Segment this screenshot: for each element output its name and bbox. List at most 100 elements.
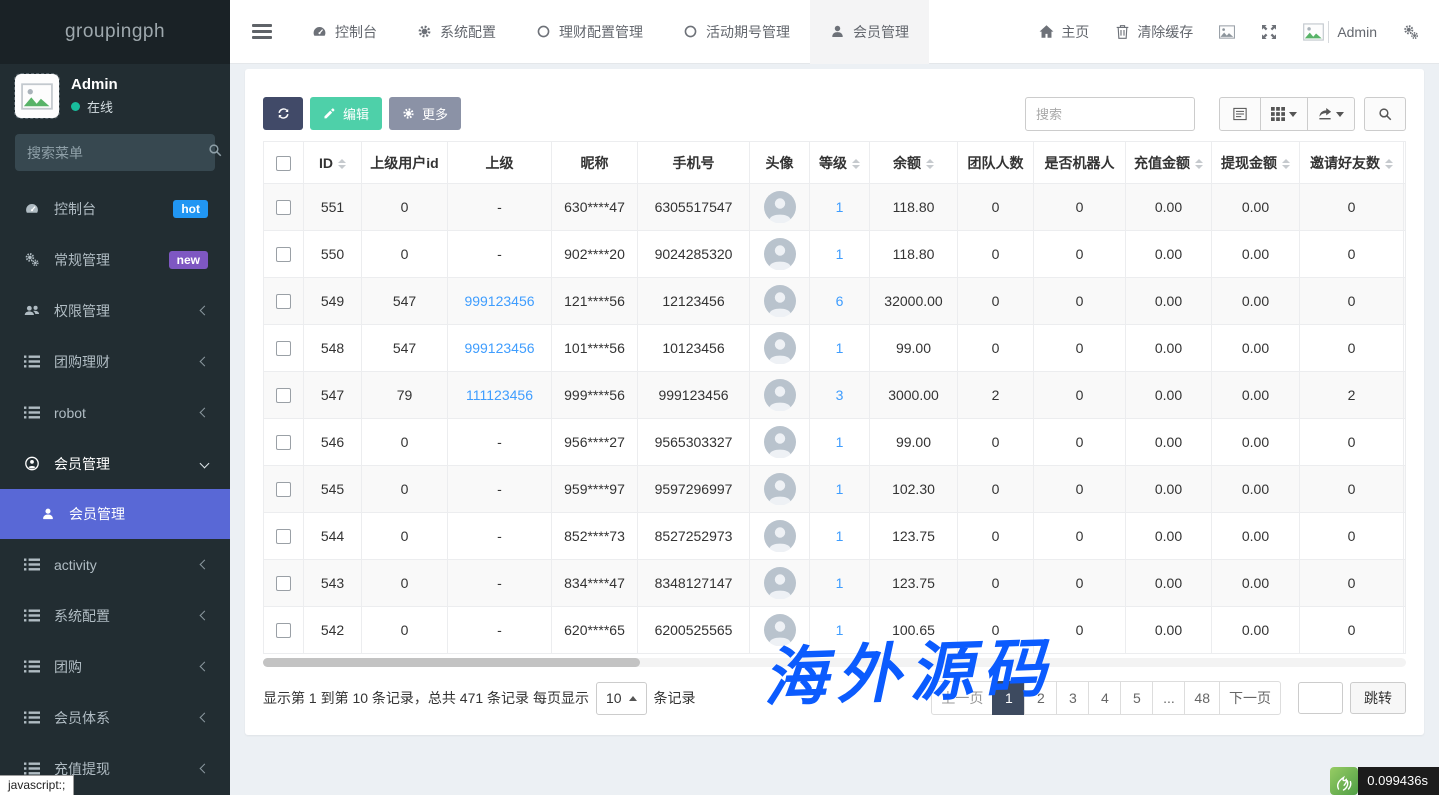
column-header-是否机器人[interactable]: 是否机器人 [1034, 142, 1126, 184]
table-search-input[interactable] [1025, 97, 1195, 131]
page-...[interactable]: ... [1152, 681, 1185, 715]
chevron-left-icon [200, 611, 210, 621]
home-label: 主页 [1061, 22, 1089, 42]
navbar-user-menu[interactable]: Admin [1303, 21, 1377, 43]
page-48[interactable]: 48 [1184, 681, 1220, 715]
sidebar-item-控制台[interactable]: 控制台hot [0, 183, 230, 234]
tab-活动期号管理[interactable]: 活动期号管理 [663, 0, 810, 64]
table-search-button[interactable] [1364, 97, 1406, 131]
debug-time: 0.099436s [1358, 767, 1439, 795]
column-header-充值金额[interactable]: 充值金额 [1126, 142, 1212, 184]
home-button[interactable]: 主页 [1039, 22, 1089, 42]
sidebar-search-input[interactable] [27, 145, 208, 161]
row-checkbox[interactable] [276, 341, 291, 356]
export-dropdown-button[interactable] [1307, 97, 1355, 131]
level-link[interactable]: 1 [836, 199, 844, 215]
select-all-checkbox[interactable] [276, 156, 291, 171]
column-header-等级[interactable]: 等级 [810, 142, 870, 184]
sidebar-item-团购理财[interactable]: 团购理财 [0, 336, 230, 387]
level-link[interactable]: 3 [836, 387, 844, 403]
cell-avatar [750, 325, 810, 372]
debug-trace-bar[interactable]: 0.099436s [1330, 767, 1439, 795]
tab-系统配置[interactable]: 系统配置 [397, 0, 516, 64]
level-link[interactable]: 1 [836, 528, 844, 544]
column-header-邀请好友数[interactable]: 邀请好友数 [1300, 142, 1404, 184]
row-checkbox[interactable] [276, 482, 291, 497]
row-checkbox[interactable] [276, 388, 291, 403]
row-checkbox[interactable] [276, 623, 291, 638]
column-header-团队人数[interactable]: 团队人数 [958, 142, 1034, 184]
page-3[interactable]: 3 [1056, 681, 1089, 715]
hamburger-menu-icon[interactable] [252, 24, 272, 38]
column-header-label: 团队人数 [968, 155, 1024, 171]
level-link[interactable]: 1 [836, 481, 844, 497]
cell-parent-id: 0 [362, 466, 448, 513]
level-link[interactable]: 6 [836, 293, 844, 309]
sidebar-subitem-会员管理[interactable]: 会员管理 [0, 489, 230, 539]
sidebar-item-常规管理[interactable]: 常规管理new [0, 234, 230, 285]
column-header-提现金额[interactable]: 提现金额 [1212, 142, 1300, 184]
sidebar-item-activity[interactable]: activity [0, 539, 230, 590]
level-link[interactable]: 1 [836, 622, 844, 638]
row-checkbox[interactable] [276, 435, 291, 450]
avatar [15, 74, 59, 118]
page-jump-button[interactable]: 跳转 [1350, 682, 1406, 714]
page-prev[interactable]: 上一页 [931, 681, 993, 715]
column-header-ID[interactable]: ID [304, 142, 362, 184]
page-5[interactable]: 5 [1120, 681, 1153, 715]
column-header-余额[interactable]: 余额 [870, 142, 958, 184]
page-4[interactable]: 4 [1088, 681, 1121, 715]
detail-view-button[interactable] [1219, 97, 1261, 131]
column-header-上级用户id[interactable]: 上级用户id [362, 142, 448, 184]
user-avatar-icon [764, 238, 796, 270]
sidebar-item-label: 系统配置 [54, 606, 110, 626]
level-link[interactable]: 1 [836, 340, 844, 356]
column-header-手机号[interactable]: 手机号 [638, 142, 750, 184]
level-link[interactable]: 1 [836, 575, 844, 591]
gears-settings-icon[interactable] [1403, 24, 1419, 40]
cell-level: 6 [810, 278, 870, 325]
row-checkbox[interactable] [276, 294, 291, 309]
edit-button[interactable]: 编辑 [310, 97, 382, 130]
tab-会员管理[interactable]: 会员管理 [810, 0, 929, 64]
clear-cache-button[interactable]: 清除缓存 [1115, 22, 1193, 42]
cell-withdraw: 0.00 [1212, 513, 1300, 560]
cell-recharge: 0.00 [1126, 419, 1212, 466]
columns-dropdown-button[interactable] [1260, 97, 1308, 131]
sidebar-item-权限管理[interactable]: 权限管理 [0, 285, 230, 336]
row-checkbox[interactable] [276, 247, 291, 262]
fullscreen-icon[interactable] [1261, 24, 1277, 40]
parent-link[interactable]: 111123456 [466, 387, 533, 403]
page-2[interactable]: 2 [1024, 681, 1057, 715]
sidebar-item-会员管理[interactable]: 会员管理 [0, 438, 230, 489]
page-size-select[interactable]: 10 [596, 682, 647, 715]
sidebar-item-robot[interactable]: robot [0, 387, 230, 438]
more-button[interactable]: 更多 [389, 97, 461, 130]
column-header-头像[interactable]: 头像 [750, 142, 810, 184]
page-jump-input[interactable] [1298, 682, 1343, 714]
level-link[interactable]: 1 [836, 246, 844, 262]
cell-withdraw: 0.00 [1212, 560, 1300, 607]
refresh-button[interactable] [263, 97, 303, 130]
sidebar-item-会员体系[interactable]: 会员体系 [0, 692, 230, 743]
tab-理财配置管理[interactable]: 理财配置管理 [516, 0, 663, 64]
column-header-昵称[interactable]: 昵称 [552, 142, 638, 184]
broken-image-icon[interactable] [1219, 24, 1235, 40]
level-link[interactable]: 1 [836, 434, 844, 450]
row-checkbox[interactable] [276, 576, 291, 591]
parent-link[interactable]: 999123456 [464, 340, 534, 356]
row-checkbox[interactable] [276, 200, 291, 215]
page-1[interactable]: 1 [992, 681, 1025, 715]
cell-recharge: 0.00 [1126, 278, 1212, 325]
column-header-上级[interactable]: 上级 [448, 142, 552, 184]
parent-link[interactable]: 999123456 [464, 293, 534, 309]
thinkphp-flame-icon [1330, 767, 1358, 795]
sidebar-item-团购[interactable]: 团购 [0, 641, 230, 692]
scrollbar-thumb[interactable] [263, 658, 640, 667]
sidebar-item-系统配置[interactable]: 系统配置 [0, 590, 230, 641]
tab-控制台[interactable]: 控制台 [292, 0, 397, 64]
row-checkbox[interactable] [276, 529, 291, 544]
circle-icon [683, 24, 698, 39]
cell-is-robot: 0 [1034, 278, 1126, 325]
page-next[interactable]: 下一页 [1219, 681, 1281, 715]
